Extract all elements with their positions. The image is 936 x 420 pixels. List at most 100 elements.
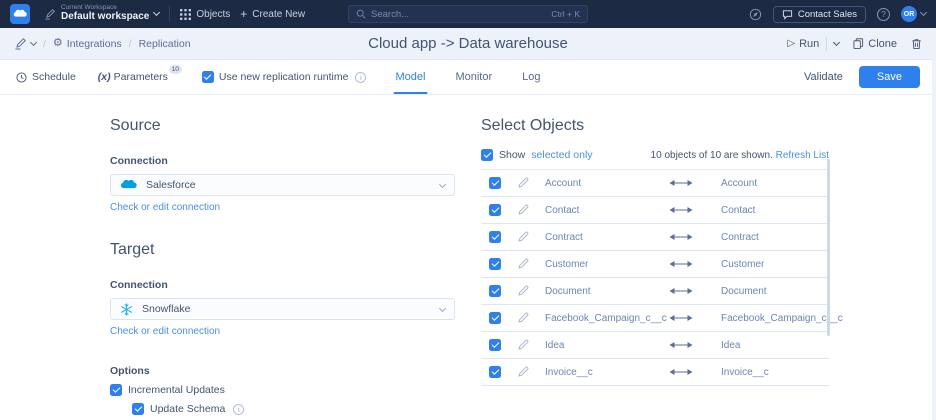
page-scrollbar[interactable] <box>932 28 936 420</box>
source-object-name[interactable]: Invoice__c <box>545 367 653 378</box>
objects-label: Objects <box>196 9 230 20</box>
app-root: Current Workspace Default workspace Obje… <box>0 0 936 420</box>
row-checkbox[interactable] <box>489 177 501 189</box>
create-new-button[interactable]: + Create New <box>240 8 305 20</box>
parameters-button[interactable]: (x) Parameters 10 <box>98 71 180 83</box>
source-object-name[interactable]: Customer <box>545 259 653 270</box>
mapping-arrow-icon <box>667 314 707 322</box>
target-object-name[interactable]: Facebook_Campaign_c__c <box>721 313 843 324</box>
source-object-name[interactable]: Account <box>545 178 653 189</box>
workspace-pen-button[interactable] <box>14 37 36 50</box>
source-object-name[interactable]: Document <box>545 286 653 297</box>
show-label: Show <box>499 149 525 161</box>
row-checkbox[interactable] <box>489 231 501 243</box>
source-object-name[interactable]: Facebook_Campaign_c__c <box>545 313 653 324</box>
avatar: OR <box>901 6 917 22</box>
schedule-button[interactable]: Schedule <box>16 71 76 83</box>
breadcrumb-replication[interactable]: Replication <box>139 38 191 50</box>
runtime-checkbox[interactable] <box>202 71 214 83</box>
target-connection-select[interactable]: Snowflake <box>110 298 455 320</box>
target-object-name[interactable]: Document <box>721 286 829 297</box>
chevron-down-icon <box>153 9 160 16</box>
row-checkbox[interactable] <box>489 339 501 351</box>
delete-button[interactable] <box>911 38 922 50</box>
tab-log[interactable]: Log <box>520 60 542 94</box>
row-checkbox[interactable] <box>489 366 501 378</box>
run-button[interactable]: ▷ Run <box>787 38 819 50</box>
target-object-name[interactable]: Idea <box>721 340 829 351</box>
edit-pencil-icon[interactable] <box>517 204 531 216</box>
options-list: Incremental Updates Update Schema i Crea… <box>110 384 455 420</box>
target-object-name[interactable]: Contact <box>721 205 829 216</box>
object-row: Document Document <box>481 278 829 305</box>
option-checkbox[interactable] <box>132 403 144 415</box>
edit-pencil-icon[interactable] <box>517 258 531 270</box>
row-checkbox[interactable] <box>489 312 501 324</box>
info-icon[interactable]: i <box>233 404 244 415</box>
help-icon[interactable]: ? <box>877 8 890 21</box>
trash-icon <box>911 38 922 50</box>
global-search[interactable]: Ctrl + K <box>348 5 588 23</box>
edit-pencil-icon[interactable] <box>517 312 531 324</box>
save-button[interactable]: Save <box>859 66 920 88</box>
mapping-arrow-icon <box>667 287 707 295</box>
snowflake-icon <box>120 303 133 316</box>
clock-icon <box>16 72 27 83</box>
run-button-group: ▷ Run <box>787 37 839 51</box>
clone-icon <box>853 38 864 49</box>
option-checkbox[interactable] <box>110 384 122 396</box>
source-object-name[interactable]: Contract <box>545 232 653 243</box>
selected-only-link[interactable]: selected only <box>531 149 592 161</box>
options-heading: Options <box>110 365 455 377</box>
row-checkbox[interactable] <box>489 285 501 297</box>
refresh-list-link[interactable]: Refresh List <box>776 150 829 161</box>
workspace-selector[interactable]: Current Workspace Default workspace <box>44 5 159 22</box>
edit-pencil-icon[interactable] <box>517 339 531 351</box>
source-connection-select[interactable]: Salesforce <box>110 174 455 196</box>
object-count: 10 objects of 10 are shown. Refresh List <box>651 150 829 161</box>
target-edit-connection-link[interactable]: Check or edit connection <box>110 326 220 337</box>
objects-menu[interactable]: Objects <box>180 9 230 20</box>
search-shortcut: Ctrl + K <box>551 9 580 19</box>
gear-icon: ⚙ <box>53 38 63 49</box>
search-input[interactable] <box>371 9 546 20</box>
tab-model[interactable]: Model <box>393 60 427 94</box>
option-row: Update Schema i <box>132 403 455 415</box>
info-icon[interactable]: i <box>355 72 366 83</box>
row-checkbox[interactable] <box>489 204 501 216</box>
count-text: 10 objects of 10 are shown. <box>651 150 773 161</box>
validate-button[interactable]: Validate <box>804 71 843 83</box>
source-connection-label: Connection <box>110 155 455 167</box>
target-object-name[interactable]: Account <box>721 178 829 189</box>
tab-monitor[interactable]: Monitor <box>453 60 494 94</box>
source-object-name[interactable]: Idea <box>545 340 653 351</box>
source-object-name[interactable]: Contact <box>545 205 653 216</box>
target-object-name[interactable]: Customer <box>721 259 829 270</box>
top-navbar: Current Workspace Default workspace Obje… <box>0 0 936 28</box>
breadcrumb: / ⚙ Integrations / Replication <box>14 37 191 50</box>
main-content: Source Connection Salesforce Check or ed… <box>0 95 936 420</box>
show-selected-checkbox[interactable] <box>481 149 493 161</box>
breadcrumb-integrations[interactable]: ⚙ Integrations <box>53 38 122 50</box>
run-label: Run <box>799 38 819 50</box>
compass-icon[interactable] <box>749 8 762 21</box>
contact-sales-button[interactable]: Contact Sales <box>773 6 866 23</box>
user-menu[interactable]: OR <box>901 6 926 22</box>
workspace-name: Default workspace <box>61 12 149 23</box>
run-dropdown-chevron-icon[interactable] <box>833 38 840 45</box>
object-row: Contract Contract <box>481 224 829 251</box>
app-logo[interactable] <box>10 4 30 24</box>
row-checkbox[interactable] <box>489 258 501 270</box>
cloud-logo-icon <box>13 9 27 19</box>
edit-pencil-icon[interactable] <box>517 366 531 378</box>
clone-button[interactable]: Clone <box>853 38 897 50</box>
edit-pencil-icon[interactable] <box>517 285 531 297</box>
option-label: Update Schema <box>150 403 225 415</box>
target-object-name[interactable]: Invoice__c <box>721 367 829 378</box>
edit-pencil-icon[interactable] <box>517 231 531 243</box>
source-edit-connection-link[interactable]: Check or edit connection <box>110 202 220 213</box>
table-scrollbar[interactable] <box>827 159 830 336</box>
target-object-name[interactable]: Contract <box>721 232 829 243</box>
play-icon: ▷ <box>787 38 795 49</box>
edit-pencil-icon[interactable] <box>517 177 531 189</box>
